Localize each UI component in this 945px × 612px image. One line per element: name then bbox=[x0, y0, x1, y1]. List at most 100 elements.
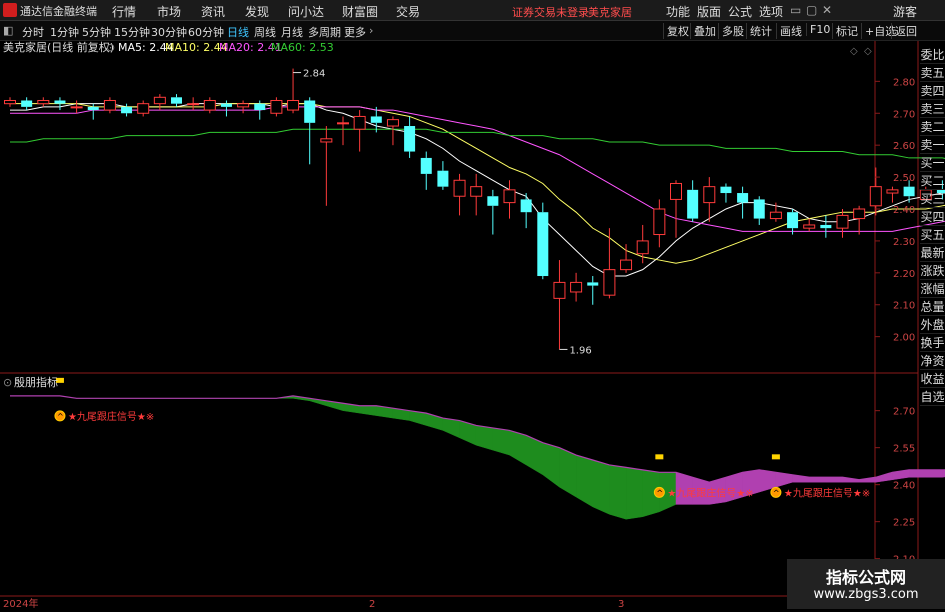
signal-badge[interactable]: ^ ★九尾跟庄信号★※ bbox=[54, 410, 154, 423]
candle[interactable] bbox=[121, 103, 133, 117]
btn-duogu[interactable]: 多股 bbox=[718, 23, 744, 39]
candle[interactable] bbox=[404, 116, 416, 158]
menu-banmian[interactable]: 版面 bbox=[697, 3, 721, 20]
candle[interactable] bbox=[337, 116, 349, 146]
candle[interactable] bbox=[570, 272, 583, 302]
candle[interactable] bbox=[470, 173, 483, 216]
btn-fuquan[interactable]: 复权 bbox=[663, 23, 689, 39]
restore-icon[interactable]: ▢ bbox=[806, 3, 817, 17]
candle[interactable] bbox=[37, 97, 50, 107]
candle[interactable] bbox=[687, 180, 699, 222]
guest-user[interactable]: 游客 bbox=[893, 3, 917, 20]
menu-shichang[interactable]: 市场 bbox=[157, 3, 181, 20]
candle[interactable] bbox=[237, 100, 250, 114]
candle[interactable] bbox=[187, 97, 200, 111]
sidebar-tab-10[interactable]: 买五 bbox=[920, 226, 945, 244]
candle[interactable] bbox=[4, 97, 16, 107]
btn-back[interactable]: 返回 bbox=[891, 23, 917, 39]
sidebar-tab-8[interactable]: 买三 bbox=[920, 190, 945, 208]
menu-gongshi[interactable]: 公式 bbox=[728, 3, 752, 20]
ma-settings-icon[interactable]: ⊙ bbox=[106, 41, 115, 54]
close-icon[interactable]: ✕ bbox=[822, 3, 832, 17]
candle[interactable] bbox=[70, 100, 83, 114]
candle[interactable] bbox=[503, 180, 516, 219]
candle[interactable] bbox=[137, 100, 150, 117]
sidebar-tab-14[interactable]: 总量 bbox=[920, 298, 945, 316]
candle[interactable] bbox=[553, 260, 566, 350]
candle[interactable] bbox=[304, 97, 316, 165]
btn-f10[interactable]: F10 bbox=[806, 23, 830, 36]
btn-diejia[interactable]: 叠加 bbox=[690, 23, 716, 39]
period-daily[interactable]: 日线 bbox=[227, 24, 249, 40]
menu-gongneng[interactable]: 功能 bbox=[666, 3, 690, 20]
period-multi[interactable]: 多周期 bbox=[308, 24, 341, 40]
sidebar-tab-12[interactable]: 涨跌 bbox=[920, 262, 945, 280]
sidebar-tab-13[interactable]: 涨幅 bbox=[920, 280, 945, 298]
candle[interactable] bbox=[787, 209, 799, 235]
candle[interactable] bbox=[171, 94, 182, 107]
sidebar-tab-18[interactable]: 收益 bbox=[920, 370, 945, 388]
signal-badge[interactable]: ^ ★九尾跟庄信号★※ bbox=[770, 486, 870, 499]
toolbar-toggle-icon[interactable]: ◧ bbox=[3, 24, 13, 37]
sidebar-tab-17[interactable]: 净资 bbox=[920, 352, 945, 370]
login-status[interactable]: 证券交易未登录 bbox=[512, 4, 589, 20]
period-monthly[interactable]: 月线 bbox=[281, 24, 303, 40]
candle[interactable] bbox=[753, 196, 765, 225]
candle[interactable] bbox=[737, 186, 749, 219]
candle[interactable] bbox=[320, 126, 333, 206]
candle[interactable] bbox=[537, 202, 549, 280]
candle[interactable] bbox=[103, 97, 116, 114]
sidebar-tab-2[interactable]: 卖四 bbox=[920, 82, 945, 100]
sidebar-tab-3[interactable]: 卖三 bbox=[920, 100, 945, 118]
candle[interactable] bbox=[803, 218, 816, 232]
minimize-icon[interactable]: ▭ bbox=[790, 3, 801, 17]
sidebar-tab-0[interactable]: 委比 bbox=[920, 46, 945, 64]
candle[interactable] bbox=[653, 199, 666, 248]
btn-tongji[interactable]: 统计 bbox=[746, 23, 772, 39]
candle[interactable] bbox=[720, 183, 732, 203]
chart-collapse-icon[interactable]: ◇ bbox=[850, 46, 858, 57]
period-30min[interactable]: 30分钟 bbox=[151, 24, 187, 40]
candle[interactable] bbox=[620, 244, 633, 273]
menu-wenxiaoda[interactable]: 问小达 bbox=[288, 3, 324, 20]
sidebar-tab-6[interactable]: 买一 bbox=[920, 154, 945, 172]
candle[interactable] bbox=[353, 110, 366, 152]
sidebar-tab-11[interactable]: 最新 bbox=[920, 244, 945, 262]
candle[interactable] bbox=[487, 189, 499, 235]
signal-badge[interactable]: ^ ★九尾跟庄信号★※ bbox=[653, 486, 754, 499]
period-15min[interactable]: 15分钟 bbox=[114, 24, 150, 40]
sidebar-tab-7[interactable]: 买二 bbox=[920, 172, 945, 190]
chevron-right-icon[interactable]: › bbox=[369, 24, 373, 37]
chart-menu-icon[interactable]: ◇ bbox=[864, 46, 872, 57]
candle[interactable] bbox=[886, 186, 899, 203]
btn-biaoji[interactable]: 标记 bbox=[832, 23, 858, 39]
candle[interactable] bbox=[670, 180, 682, 238]
candle[interactable] bbox=[587, 276, 599, 305]
btn-huaxian[interactable]: 画线 bbox=[776, 23, 802, 39]
sidebar-tab-1[interactable]: 卖五 bbox=[920, 64, 945, 82]
sidebar-tab-19[interactable]: 自选 bbox=[920, 388, 945, 406]
menu-hangqing[interactable]: 行情 bbox=[112, 3, 136, 20]
candle[interactable] bbox=[853, 205, 866, 235]
period-60min[interactable]: 60分钟 bbox=[188, 24, 224, 40]
candle[interactable] bbox=[603, 228, 616, 299]
candle[interactable] bbox=[453, 173, 466, 216]
sidebar-tab-16[interactable]: 换手 bbox=[920, 334, 945, 352]
sidebar-tab-5[interactable]: 卖一 bbox=[920, 136, 945, 154]
period-1min[interactable]: 1分钟 bbox=[50, 24, 79, 40]
candle[interactable] bbox=[203, 97, 216, 114]
candle[interactable] bbox=[520, 193, 532, 229]
candle[interactable] bbox=[54, 97, 66, 111]
menu-zixun[interactable]: 资讯 bbox=[201, 3, 225, 20]
period-more[interactable]: 更多 bbox=[344, 24, 366, 40]
menu-jiaoyi[interactable]: 交易 bbox=[396, 3, 420, 20]
candle[interactable] bbox=[703, 177, 716, 222]
indicator-settings-icon[interactable]: ⊙ bbox=[3, 376, 12, 389]
candle[interactable] bbox=[153, 94, 166, 111]
period-5min[interactable]: 5分钟 bbox=[82, 24, 111, 40]
period-fenshi[interactable]: 分时 bbox=[22, 24, 44, 40]
menu-faxian[interactable]: 发现 bbox=[245, 3, 269, 20]
candle[interactable] bbox=[437, 161, 449, 190]
menu-xuanxiang[interactable]: 选项 bbox=[759, 3, 783, 20]
period-weekly[interactable]: 周线 bbox=[254, 24, 276, 40]
